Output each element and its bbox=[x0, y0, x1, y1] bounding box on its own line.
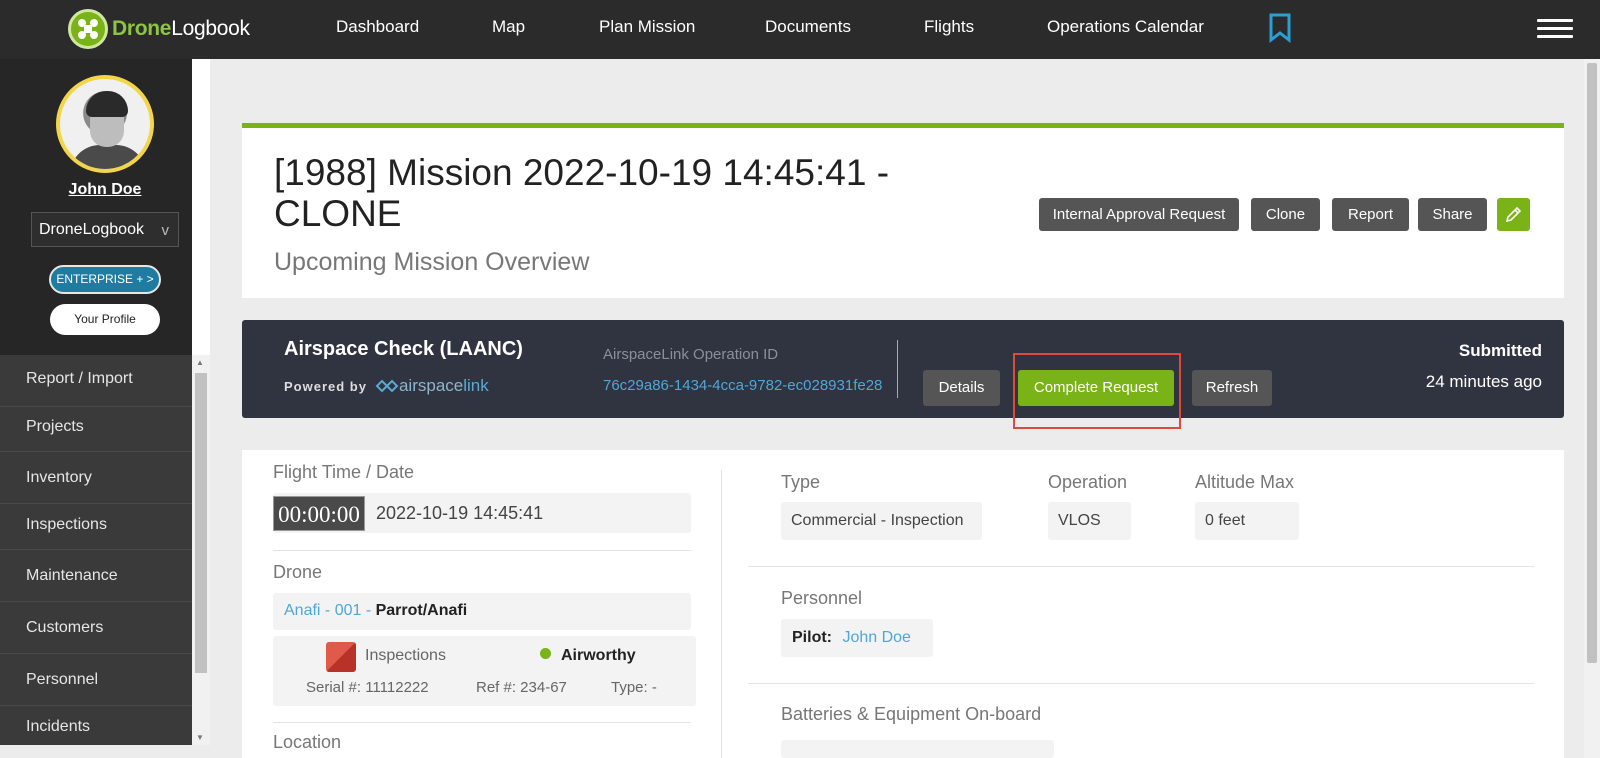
pilot-field: Pilot: John Doe bbox=[781, 619, 933, 657]
share-button[interactable]: Share bbox=[1418, 198, 1487, 231]
nav-flights[interactable]: Flights bbox=[924, 17, 974, 37]
personnel-label: Personnel bbox=[781, 588, 863, 608]
divider bbox=[273, 722, 691, 723]
page-scrollbar-thumb[interactable] bbox=[1587, 63, 1597, 663]
internal-approval-request-button[interactable]: Internal Approval Request bbox=[1039, 198, 1239, 231]
batteries-field bbox=[781, 740, 1054, 758]
airspacelink-icon bbox=[375, 379, 399, 393]
nav-map[interactable]: Map bbox=[492, 17, 525, 37]
mission-details-card: Flight Time / Date 2022-10-19 14:45:41 0… bbox=[242, 450, 1564, 758]
powered-by: Powered by airspace link bbox=[284, 376, 489, 396]
your-profile-button[interactable]: Your Profile bbox=[50, 304, 160, 335]
flight-time-label: Flight Time / Date bbox=[273, 462, 415, 482]
logo-text: DroneLogbook bbox=[112, 17, 250, 40]
sidebar-item-projects[interactable]: Projects bbox=[0, 407, 192, 452]
operation-label: Operation bbox=[1048, 472, 1128, 492]
organization-select[interactable]: DroneLogbook v bbox=[31, 212, 179, 247]
scroll-up-icon[interactable]: ▲ bbox=[196, 358, 204, 367]
avatar[interactable] bbox=[56, 75, 154, 173]
brand-airspace: airspace bbox=[398, 376, 464, 395]
inspection-status-icon bbox=[326, 642, 356, 672]
pilot-label: Pilot: bbox=[792, 629, 832, 646]
page-title: [1988] Mission 2022-10-19 14:45:41 - CLO… bbox=[274, 152, 890, 234]
drone-model: Parrot/Anafi bbox=[375, 602, 468, 619]
pilot-link[interactable]: John Doe bbox=[842, 629, 911, 646]
edit-button[interactable] bbox=[1497, 198, 1530, 231]
sidebar-item-maintenance[interactable]: Maintenance bbox=[0, 550, 192, 602]
details-button[interactable]: Details bbox=[923, 370, 1000, 406]
sidebar-scrollbar[interactable]: ▲ ▼ bbox=[192, 355, 210, 745]
serial-number: Serial #: 11112222 bbox=[306, 679, 429, 696]
divider bbox=[273, 550, 691, 551]
inspections-label: Inspections bbox=[365, 647, 446, 664]
ref-number: Ref #: 234-67 bbox=[476, 679, 567, 696]
brand-link: link bbox=[463, 376, 489, 395]
airworthy-status: Airworthy bbox=[540, 647, 636, 665]
scroll-down-icon[interactable]: ▼ bbox=[196, 733, 204, 742]
sidebar-item-personnel[interactable]: Personnel bbox=[0, 654, 192, 706]
laanc-panel: Airspace Check (LAANC) Powered by airspa… bbox=[242, 320, 1564, 418]
flight-timer: 00:00:00 bbox=[273, 496, 365, 531]
type-value: Commercial - Inspection bbox=[781, 502, 982, 540]
top-navbar: DroneLogbook Dashboard Map Plan Mission … bbox=[0, 0, 1600, 59]
status-timestamp: 24 minutes ago bbox=[1425, 372, 1542, 391]
laanc-title: Airspace Check (LAANC) bbox=[284, 338, 523, 360]
altitude-label: Altitude Max bbox=[1195, 472, 1295, 492]
enterprise-plan-button[interactable]: ENTERPRISE + > bbox=[49, 265, 161, 294]
sidebar-gap bbox=[192, 59, 210, 355]
nav-operations-calendar[interactable]: Operations Calendar bbox=[1047, 17, 1204, 37]
bookmark-icon[interactable] bbox=[1268, 13, 1292, 48]
sidebar-item-report-import[interactable]: Report / Import bbox=[0, 355, 192, 407]
type-label: Type bbox=[781, 472, 821, 492]
drone-link[interactable]: Anafi - 001 bbox=[284, 602, 361, 619]
hamburger-menu-icon[interactable] bbox=[1537, 19, 1573, 43]
user-name-link[interactable]: John Doe bbox=[0, 181, 210, 199]
nav-dashboard[interactable]: Dashboard bbox=[336, 17, 419, 37]
mission-header-card: [1988] Mission 2022-10-19 14:45:41 - CLO… bbox=[242, 123, 1564, 298]
airspacelink-logo: airspace link bbox=[375, 376, 489, 396]
status-dot-icon bbox=[540, 648, 551, 659]
sidebar-item-inventory[interactable]: Inventory bbox=[0, 452, 192, 504]
location-label: Location bbox=[273, 732, 342, 752]
flight-datetime: 2022-10-19 14:45:41 bbox=[376, 503, 544, 523]
chevron-down-icon: v bbox=[161, 222, 170, 239]
pencil-icon bbox=[1505, 206, 1522, 223]
batteries-label: Batteries & Equipment On-board bbox=[781, 704, 1042, 724]
column-divider bbox=[721, 470, 722, 758]
drone-label: Drone bbox=[273, 562, 323, 582]
powered-by-label: Powered by bbox=[284, 378, 367, 394]
organization-value: DroneLogbook bbox=[39, 221, 144, 238]
page-subtitle: Upcoming Mission Overview bbox=[274, 248, 590, 276]
refresh-button[interactable]: Refresh bbox=[1192, 370, 1272, 406]
drone-logo-icon bbox=[68, 9, 108, 49]
app-logo[interactable]: DroneLogbook bbox=[68, 9, 250, 49]
divider bbox=[748, 566, 1534, 567]
operation-id-label: AirspaceLink Operation ID bbox=[603, 346, 779, 363]
scrollbar-thumb[interactable] bbox=[195, 373, 207, 673]
sidebar-item-customers[interactable]: Customers bbox=[0, 602, 192, 654]
operation-id-link[interactable]: 76c29a86-1434-4cca-9782-ec028931fe28 bbox=[603, 377, 882, 394]
status-label: Submitted bbox=[1458, 341, 1542, 360]
altitude-value: 0 feet bbox=[1195, 502, 1299, 540]
drone-type: Type: - bbox=[611, 679, 657, 696]
clone-button[interactable]: Clone bbox=[1251, 198, 1320, 231]
airworthy-label: Airworthy bbox=[561, 647, 636, 664]
drone-separator: - bbox=[361, 602, 376, 619]
drone-status-box: Inspections Airworthy Serial #: 11112222… bbox=[273, 636, 696, 706]
divider bbox=[897, 340, 898, 398]
divider bbox=[748, 683, 1534, 684]
report-button[interactable]: Report bbox=[1332, 198, 1409, 231]
nav-documents[interactable]: Documents bbox=[765, 17, 851, 37]
drone-field: Anafi - 001 - Parrot/Anafi bbox=[273, 593, 691, 630]
page-scrollbar[interactable] bbox=[1584, 59, 1600, 758]
sidebar-menu: Report / Import Projects Inventory Inspe… bbox=[0, 355, 192, 745]
sidebar-profile: John Doe DroneLogbook v ENTERPRISE + > Y… bbox=[0, 59, 210, 355]
operation-value: VLOS bbox=[1048, 502, 1131, 540]
sidebar-item-incidents[interactable]: Incidents bbox=[0, 706, 192, 745]
sidebar-item-inspections[interactable]: Inspections bbox=[0, 504, 192, 550]
highlight-annotation bbox=[1013, 353, 1181, 429]
nav-plan-mission[interactable]: Plan Mission bbox=[599, 17, 695, 37]
